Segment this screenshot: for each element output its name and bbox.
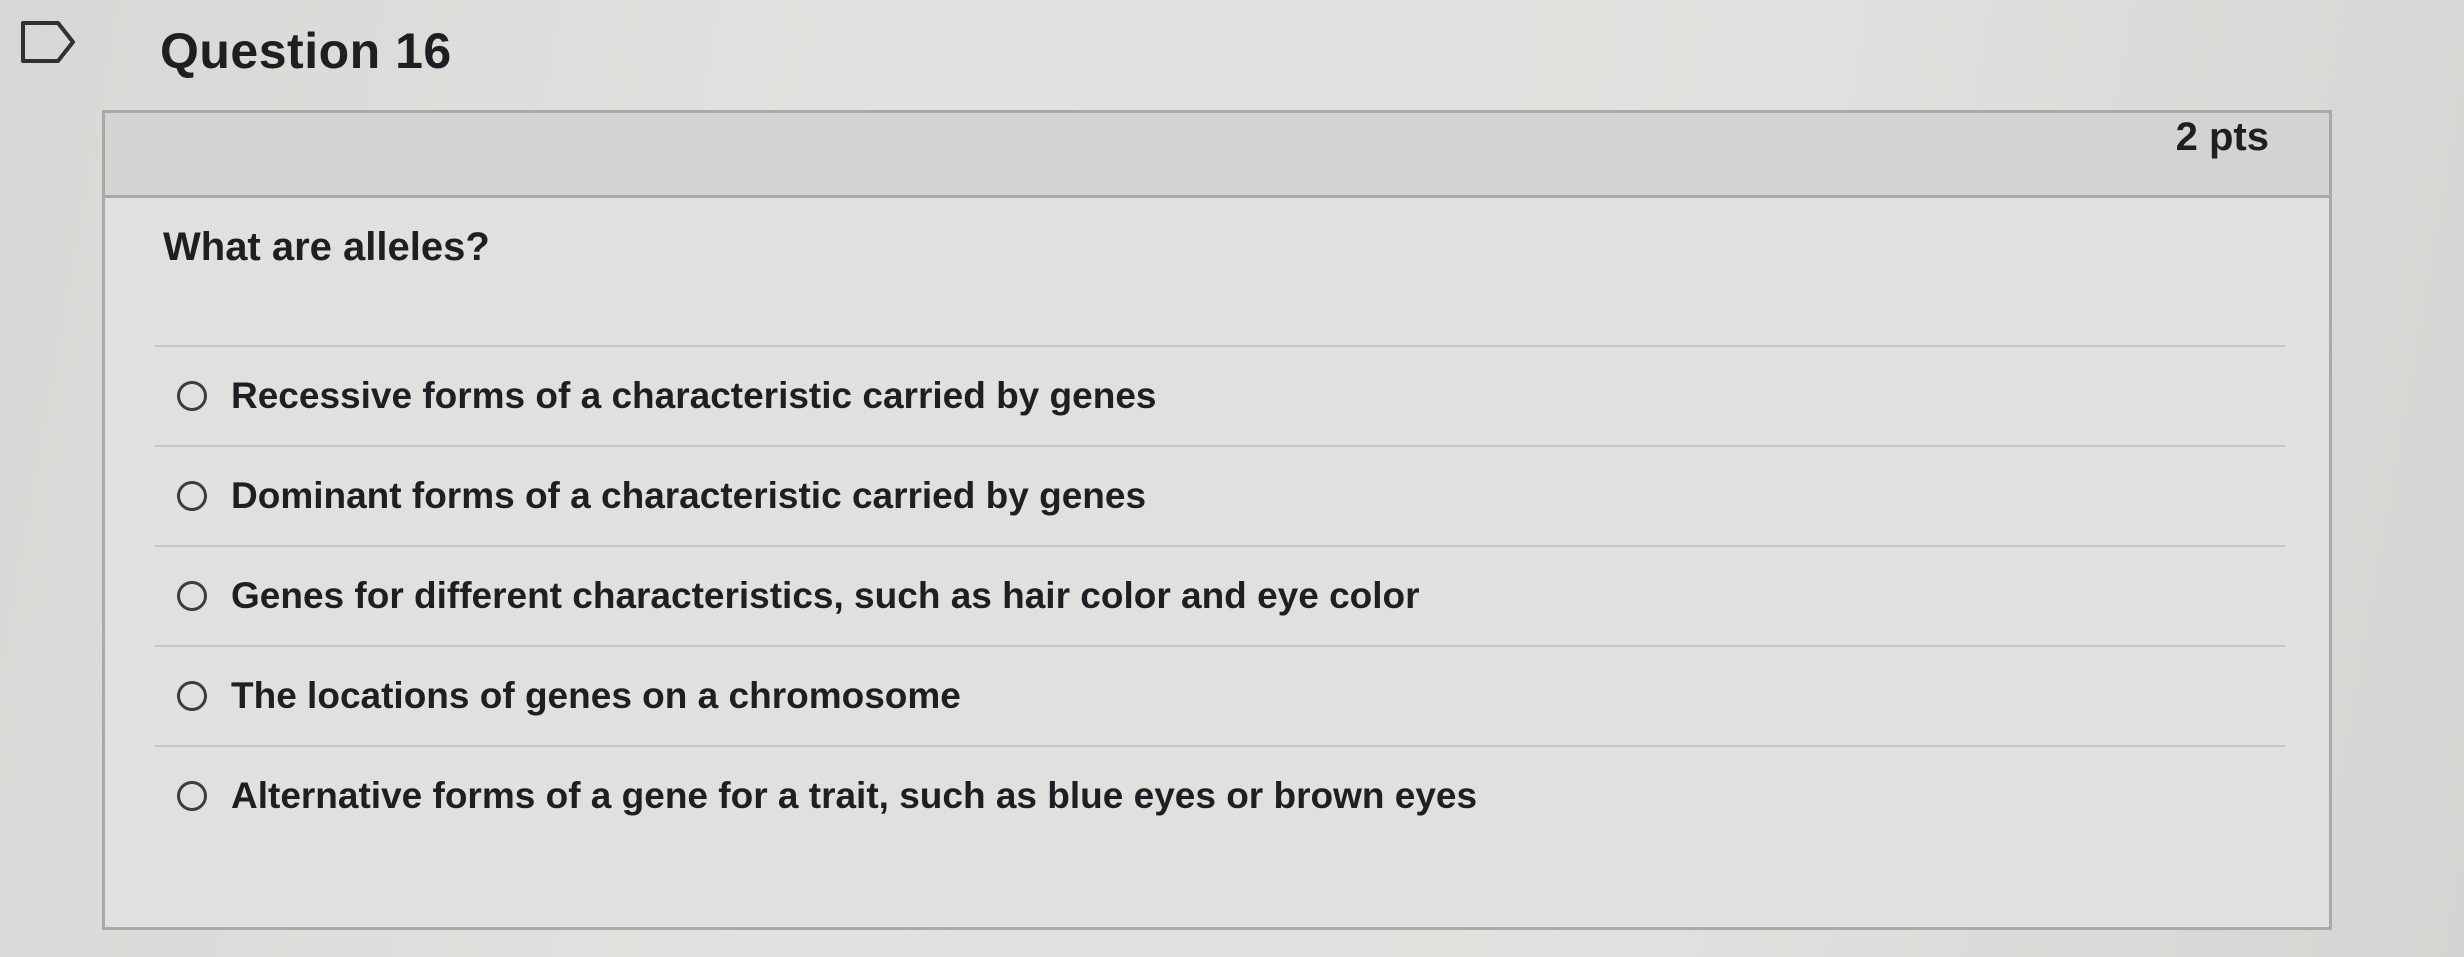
- answer-label[interactable]: Genes for different characteristics, suc…: [231, 575, 1420, 617]
- answer-option[interactable]: Dominant forms of a characteristic carri…: [155, 445, 2285, 545]
- radio-button[interactable]: [177, 381, 207, 411]
- answer-option[interactable]: Genes for different characteristics, suc…: [155, 545, 2285, 645]
- question-prompt: What are alleles?: [163, 225, 490, 269]
- answer-label[interactable]: Recessive forms of a characteristic carr…: [231, 375, 1156, 417]
- radio-button[interactable]: [177, 781, 207, 811]
- radio-button[interactable]: [177, 481, 207, 511]
- answer-label[interactable]: Alternative forms of a gene for a trait,…: [231, 775, 1477, 817]
- answer-option[interactable]: Alternative forms of a gene for a trait,…: [155, 745, 2285, 845]
- radio-button[interactable]: [177, 681, 207, 711]
- question-title: Question 16: [160, 23, 452, 79]
- radio-button[interactable]: [177, 581, 207, 611]
- question-card: 2 pts What are alleles? Recessive forms …: [102, 110, 2332, 930]
- question-header: 2 pts: [105, 113, 2329, 198]
- flag-question-icon[interactable]: [20, 20, 76, 64]
- answer-option[interactable]: The locations of genes on a chromosome: [155, 645, 2285, 745]
- answer-label[interactable]: The locations of genes on a chromosome: [231, 675, 961, 717]
- answer-label[interactable]: Dominant forms of a characteristic carri…: [231, 475, 1146, 517]
- quiz-page: Question 16 2 pts What are alleles? Rece…: [0, 0, 2464, 957]
- answer-option[interactable]: Recessive forms of a characteristic carr…: [155, 345, 2285, 445]
- points-value: 2 pts: [2175, 115, 2269, 159]
- answer-list: Recessive forms of a characteristic carr…: [155, 345, 2285, 845]
